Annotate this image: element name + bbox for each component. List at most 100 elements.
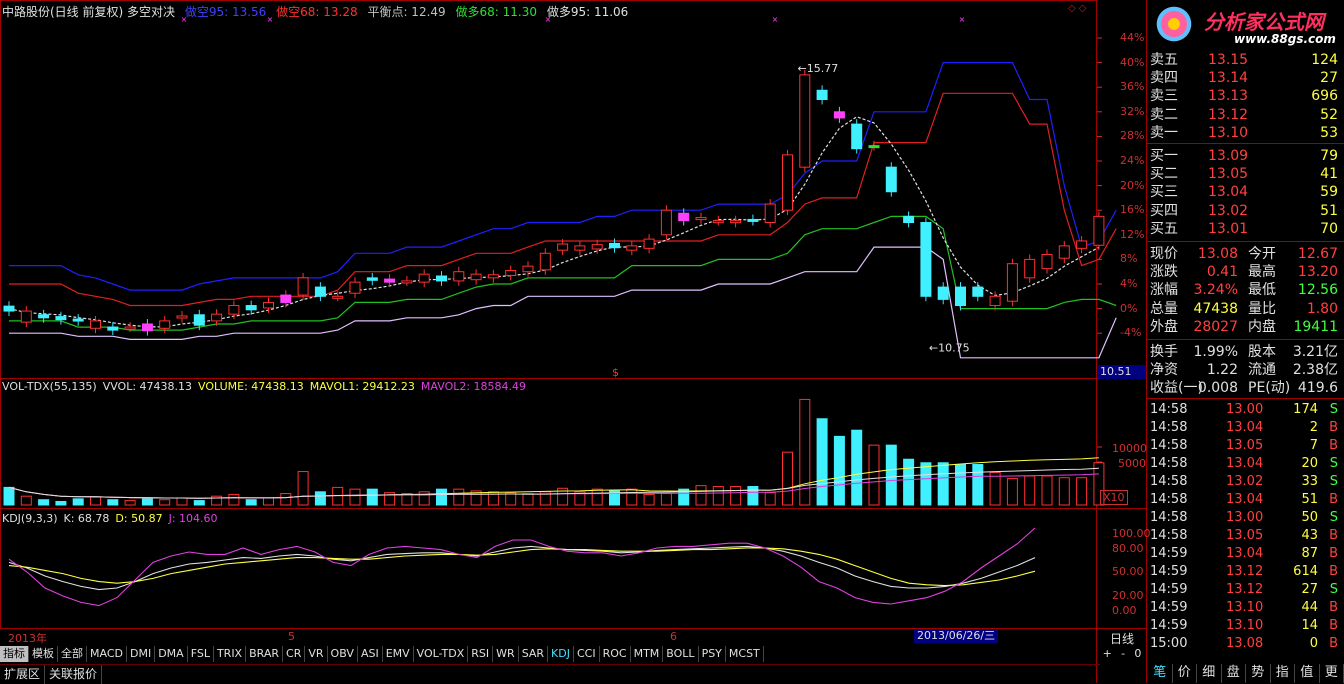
indicator-tab-fsl[interactable]: FSL [188, 646, 214, 662]
bid-row[interactable]: 买三13.0459 [1150, 183, 1342, 201]
ask-row[interactable]: 卖四13.1427 [1150, 69, 1342, 87]
stat-value: 419.6 [1298, 379, 1338, 397]
tick-side: S [1330, 455, 1338, 473]
tick-price: 13.12 [1226, 563, 1263, 581]
ask-row[interactable]: 卖五13.15124 [1150, 51, 1342, 69]
indicator-tab-macd[interactable]: MACD [87, 646, 127, 662]
tick-time: 14:58 [1150, 437, 1187, 455]
indicator-tab-kdj[interactable]: KDJ [548, 646, 574, 662]
candle [402, 281, 412, 283]
candle [921, 223, 931, 297]
quote-row: 涨幅3.24%最低12.56 [1150, 281, 1342, 299]
volume-bar [731, 487, 741, 505]
indicator-tab-rsi[interactable]: RSI [468, 646, 493, 662]
candle [610, 243, 620, 247]
short68-label: 做空68: 13.28 [276, 5, 357, 19]
indicator-tab-emv[interactable]: EMV [383, 646, 414, 662]
indicator-tab-全部[interactable]: 全部 [58, 646, 87, 662]
zoom-out-button[interactable]: - [1121, 647, 1125, 660]
bid-row[interactable]: 买二13.0541 [1150, 165, 1342, 183]
volume-bar [921, 463, 931, 505]
bid-volume: 41 [1320, 165, 1338, 183]
indicator-tab-brar[interactable]: BRAR [246, 646, 283, 662]
volume-bar [246, 500, 256, 505]
detail-tab[interactable]: 价 [1173, 664, 1198, 683]
indicator-tab-mtm[interactable]: MTM [631, 646, 664, 662]
indicator-tab-roc[interactable]: ROC [600, 646, 631, 662]
indicator-tab-obv[interactable]: OBV [328, 646, 358, 662]
zoom-in-button[interactable]: + [1103, 647, 1112, 660]
candle [800, 75, 810, 167]
tick-time: 14:58 [1150, 509, 1187, 527]
zoom-controls[interactable]: + - 0 [1098, 647, 1146, 660]
ask-label: 卖五 [1150, 51, 1178, 69]
indicator-tab-mcst[interactable]: MCST [726, 646, 764, 662]
candle [419, 274, 429, 282]
ext-area-tab[interactable]: 扩展区 [0, 665, 45, 684]
bid-volume: 51 [1320, 202, 1338, 220]
detail-tab[interactable]: 指 [1271, 664, 1296, 683]
candle [748, 219, 758, 221]
quote-value: 1.80 [1307, 300, 1338, 318]
indicator-tab-wr[interactable]: WR [493, 646, 519, 662]
candle [385, 279, 395, 282]
vvol-line [9, 468, 1099, 498]
volume-bar [350, 489, 360, 505]
indicator-tab-cr[interactable]: CR [283, 646, 305, 662]
window-control-icons[interactable]: ◇◇ [1068, 3, 1089, 14]
indicator-tab-boll[interactable]: BOLL [663, 646, 698, 662]
bid-row[interactable]: 买四13.0251 [1150, 202, 1342, 220]
detail-tab[interactable]: 笔 [1148, 664, 1173, 683]
short95-label: 做空95: 13.56 [185, 5, 266, 19]
indicator-tab-sar[interactable]: SAR [519, 646, 548, 662]
related-quote-tab[interactable]: 关联报价 [45, 665, 102, 684]
candle [990, 296, 1000, 305]
ask-row[interactable]: 卖一13.1053 [1150, 124, 1342, 142]
indicator-tab-dmi[interactable]: DMI [127, 646, 155, 662]
chart-canvas[interactable]: ←15.77←10.75$××××× [0, 0, 1344, 683]
indicator-tab-trix[interactable]: TRIX [214, 646, 246, 662]
volume-bar [454, 489, 464, 505]
indicator-tab-dma[interactable]: DMA [155, 646, 188, 662]
tick-time: 14:58 [1150, 401, 1187, 419]
quote-label: 最低 [1248, 281, 1276, 299]
kdj-axis-label: 20.00 [1112, 589, 1144, 602]
indicator-tab-cci[interactable]: CCI [574, 646, 600, 662]
tick-side: S [1330, 509, 1338, 527]
detail-tab[interactable]: 势 [1246, 664, 1271, 683]
detail-tabs: 笔价细盘势指值更 [1148, 664, 1344, 683]
quote-value: 13.08 [1198, 245, 1238, 263]
zoom-reset-button[interactable]: 0 [1134, 647, 1141, 660]
quote-row: 外盘28027内盘19411 [1150, 318, 1342, 336]
volume-bar [229, 494, 239, 505]
bid-row[interactable]: 买一13.0979 [1150, 147, 1342, 165]
detail-tab[interactable]: 更 [1320, 664, 1344, 683]
indicator-tab-psy[interactable]: PSY [699, 646, 726, 662]
detail-tab[interactable]: 盘 [1222, 664, 1247, 683]
short68-line [9, 93, 1116, 305]
vvol-label: VVOL: 47438.13 [103, 380, 192, 393]
tick-volume: 14 [1301, 617, 1318, 635]
tick-time: 14:59 [1150, 581, 1187, 599]
chart-header: 中路股份(日线 前复权) 多空对决 做空95: 13.56 做空68: 13.2… [2, 3, 634, 19]
indicator-tab-指标[interactable]: 指标 [0, 646, 29, 662]
detail-tab[interactable]: 细 [1197, 664, 1222, 683]
ask-row[interactable]: 卖三13.13696 [1150, 87, 1342, 105]
detail-tab[interactable]: 值 [1295, 664, 1320, 683]
ask-row[interactable]: 卖二13.1252 [1150, 106, 1342, 124]
indicator-tab-asi[interactable]: ASI [358, 646, 383, 662]
tick-price: 13.00 [1226, 401, 1263, 419]
indicator-tab-模板[interactable]: 模板 [29, 646, 58, 662]
indicator-tab-vr[interactable]: VR [305, 646, 327, 662]
bid-row[interactable]: 买五13.0170 [1150, 220, 1342, 238]
tick-row: 14:5913.1044B [1150, 599, 1342, 617]
volume-bar [956, 465, 966, 505]
long95-label: 做多95: 11.06 [547, 5, 628, 19]
ask-price: 13.10 [1208, 124, 1248, 142]
tick-volume: 51 [1301, 491, 1318, 509]
volume-bar [644, 494, 654, 505]
tick-row: 14:5913.0487B [1150, 545, 1342, 563]
indicator-tab-vol-tdx[interactable]: VOL-TDX [414, 646, 469, 662]
period-label[interactable]: 日线 [1110, 630, 1134, 647]
volume-bar [1007, 479, 1017, 505]
